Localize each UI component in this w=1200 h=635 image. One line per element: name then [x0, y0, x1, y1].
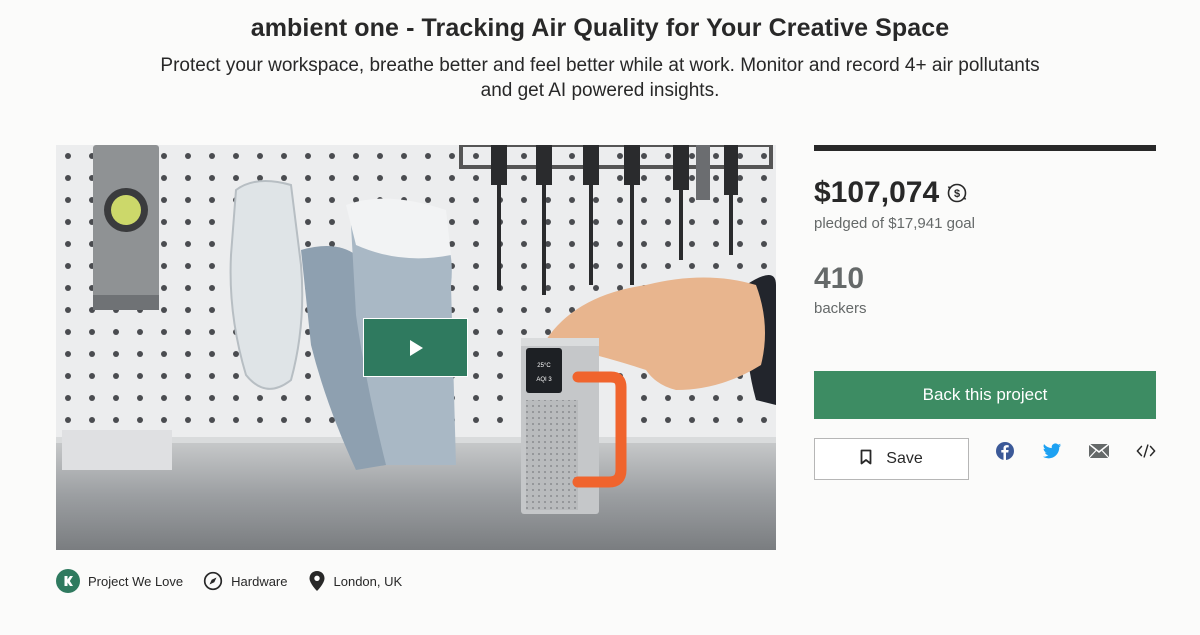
embed-icon[interactable]	[1136, 441, 1156, 461]
share-links	[995, 441, 1156, 461]
project-video[interactable]: 25°C AQI 3	[56, 145, 776, 550]
project-title: ambient one - Tracking Air Quality for Y…	[250, 14, 950, 42]
project-header: ambient one - Tracking Air Quality for Y…	[0, 0, 1200, 103]
backers-count: 410	[814, 262, 865, 295]
tag-location[interactable]: London, UK	[308, 570, 403, 592]
save-button[interactable]: Save	[814, 438, 969, 480]
play-icon	[407, 339, 425, 357]
pledged-row: $107,074 $	[814, 173, 1156, 213]
pledged-amount: $107,074	[814, 176, 940, 209]
play-button[interactable]	[363, 318, 468, 377]
project-tags: Project We Love Hardware London, UK	[56, 569, 422, 593]
device-screen-aqi: AQI 3	[536, 377, 552, 383]
pledged-goal-label: pledged of $17,941 goal	[814, 215, 975, 232]
device-screen-temp: 25°C	[537, 363, 551, 369]
compass-icon	[203, 571, 223, 591]
tag-project-we-love[interactable]: Project We Love	[56, 569, 183, 593]
bookmark-icon	[860, 449, 872, 470]
tag-label: Hardware	[231, 573, 288, 589]
facebook-icon[interactable]	[995, 441, 1015, 461]
twitter-icon[interactable]	[1042, 441, 1062, 461]
kickstarter-badge-icon	[56, 569, 80, 593]
currency-conversion-icon[interactable]: $	[947, 183, 967, 203]
backers-label: backers	[814, 300, 867, 317]
back-this-project-button[interactable]: Back this project	[814, 371, 1156, 419]
location-pin-icon	[308, 570, 326, 592]
project-subtitle: Protect your workspace, breathe better a…	[160, 55, 1040, 101]
tag-hardware[interactable]: Hardware	[203, 571, 288, 591]
tag-label: Project We Love	[88, 573, 184, 589]
project-actions: Save	[814, 438, 1156, 480]
svg-text:$: $	[954, 188, 960, 200]
save-label: Save	[886, 450, 923, 467]
email-icon[interactable]	[1089, 441, 1109, 461]
funding-panel: $107,074 $ pledged of $17,941 goal 410 b…	[814, 145, 1156, 480]
progress-bar	[814, 145, 1156, 151]
tag-label: London, UK	[333, 573, 403, 589]
